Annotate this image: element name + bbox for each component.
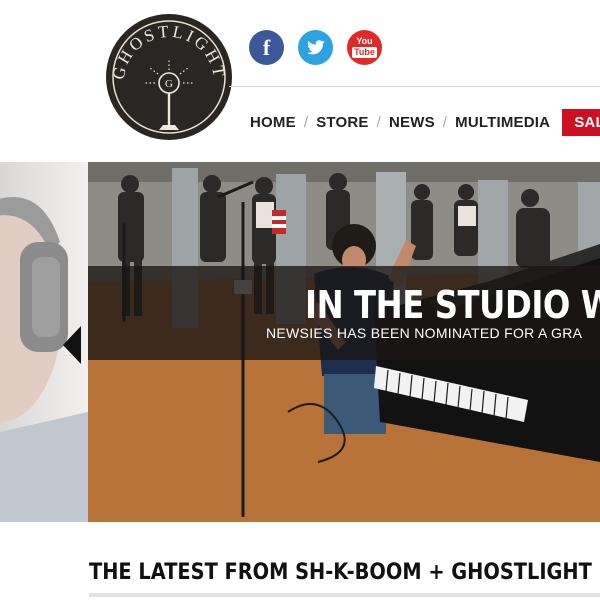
twitter-icon[interactable] — [298, 30, 333, 65]
slider-prev-arrow-icon[interactable] — [63, 326, 81, 364]
nav-store[interactable]: STORE — [316, 114, 368, 131]
latest-section-heading: THE LATEST FROM SH-K-BOOM + GHOSTLIGHT — [89, 560, 592, 585]
latest-section-divider — [89, 593, 600, 597]
nav-sale-button[interactable]: SALE — [562, 109, 600, 136]
header-divider — [229, 86, 600, 87]
youtube-icon[interactable]: You Tube — [347, 30, 382, 65]
hero-caption-subtitle: NEWSIES HAS BEEN NOMINATED FOR A GRA — [266, 325, 583, 341]
svg-text:G: G — [165, 78, 173, 90]
facebook-icon[interactable]: f — [249, 30, 284, 65]
main-nav: HOME / STORE / NEWS / MULTIMEDIA SALE — [250, 109, 600, 136]
nav-separator: / — [442, 114, 448, 131]
nav-separator: / — [303, 114, 309, 131]
nav-home[interactable]: HOME — [250, 114, 296, 131]
social-links: f You Tube — [249, 30, 382, 65]
nav-multimedia[interactable]: MULTIMEDIA — [455, 114, 550, 131]
hero-caption-title[interactable]: IN THE STUDIO WI — [305, 283, 600, 327]
ghostlight-logo[interactable]: GHOSTLIGHT G — [104, 12, 234, 142]
nav-news[interactable]: NEWS — [389, 114, 435, 131]
nav-separator: / — [376, 114, 381, 131]
